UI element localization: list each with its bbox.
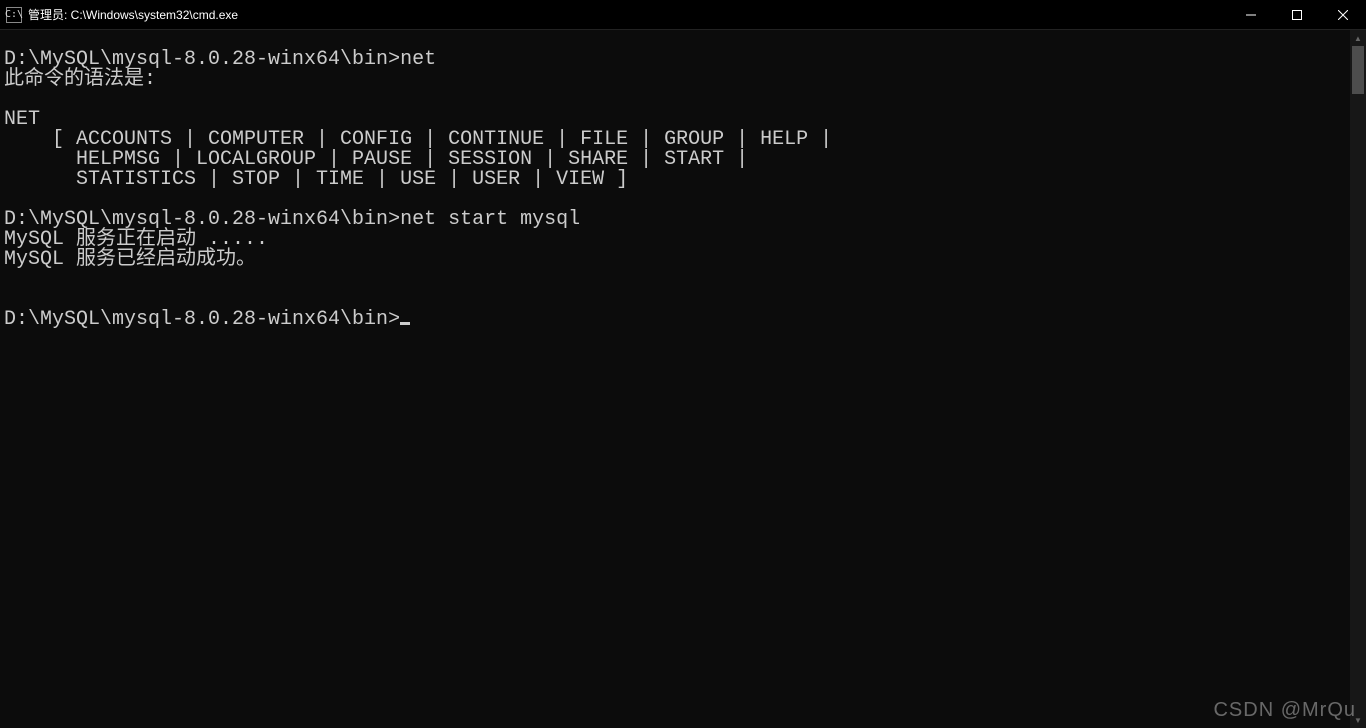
cmd-icon: C:\ (6, 7, 22, 23)
scroll-thumb[interactable] (1352, 46, 1364, 94)
close-button[interactable] (1320, 0, 1366, 29)
window-title: 管理员: C:\Windows\system32\cmd.exe (28, 6, 238, 23)
titlebar[interactable]: C:\ 管理员: C:\Windows\system32\cmd.exe (0, 0, 1366, 30)
minimize-button[interactable] (1228, 0, 1274, 29)
terminal-area[interactable]: D:\MySQL\mysql-8.0.28-winx64\bin> net 此命令… (0, 30, 1366, 728)
scroll-track[interactable] (1350, 46, 1366, 712)
terminal-output: D:\MySQL\mysql-8.0.28-winx64\bin> net 此命令… (0, 30, 1350, 728)
cursor (400, 322, 410, 325)
minimize-icon (1246, 10, 1256, 20)
output-line: MySQL 服务已经启动成功。 (4, 248, 256, 271)
maximize-icon (1292, 10, 1302, 20)
watermark: CSDN @MrQu (1213, 699, 1356, 722)
window-controls (1228, 0, 1366, 29)
close-icon (1338, 10, 1348, 20)
prompt: D:\MySQL\mysql-8.0.28-winx64\bin> (4, 308, 400, 331)
command-text: net (400, 48, 436, 71)
maximize-button[interactable] (1274, 0, 1320, 29)
output-line: STATISTICS | STOP | TIME | USE | USER | … (4, 168, 628, 191)
scroll-up-icon[interactable]: ▲ (1350, 30, 1366, 46)
output-line: 此命令的语法是: (4, 68, 156, 91)
command-text: net start mysql (400, 208, 580, 231)
vertical-scrollbar[interactable]: ▲ ▼ (1350, 30, 1366, 728)
